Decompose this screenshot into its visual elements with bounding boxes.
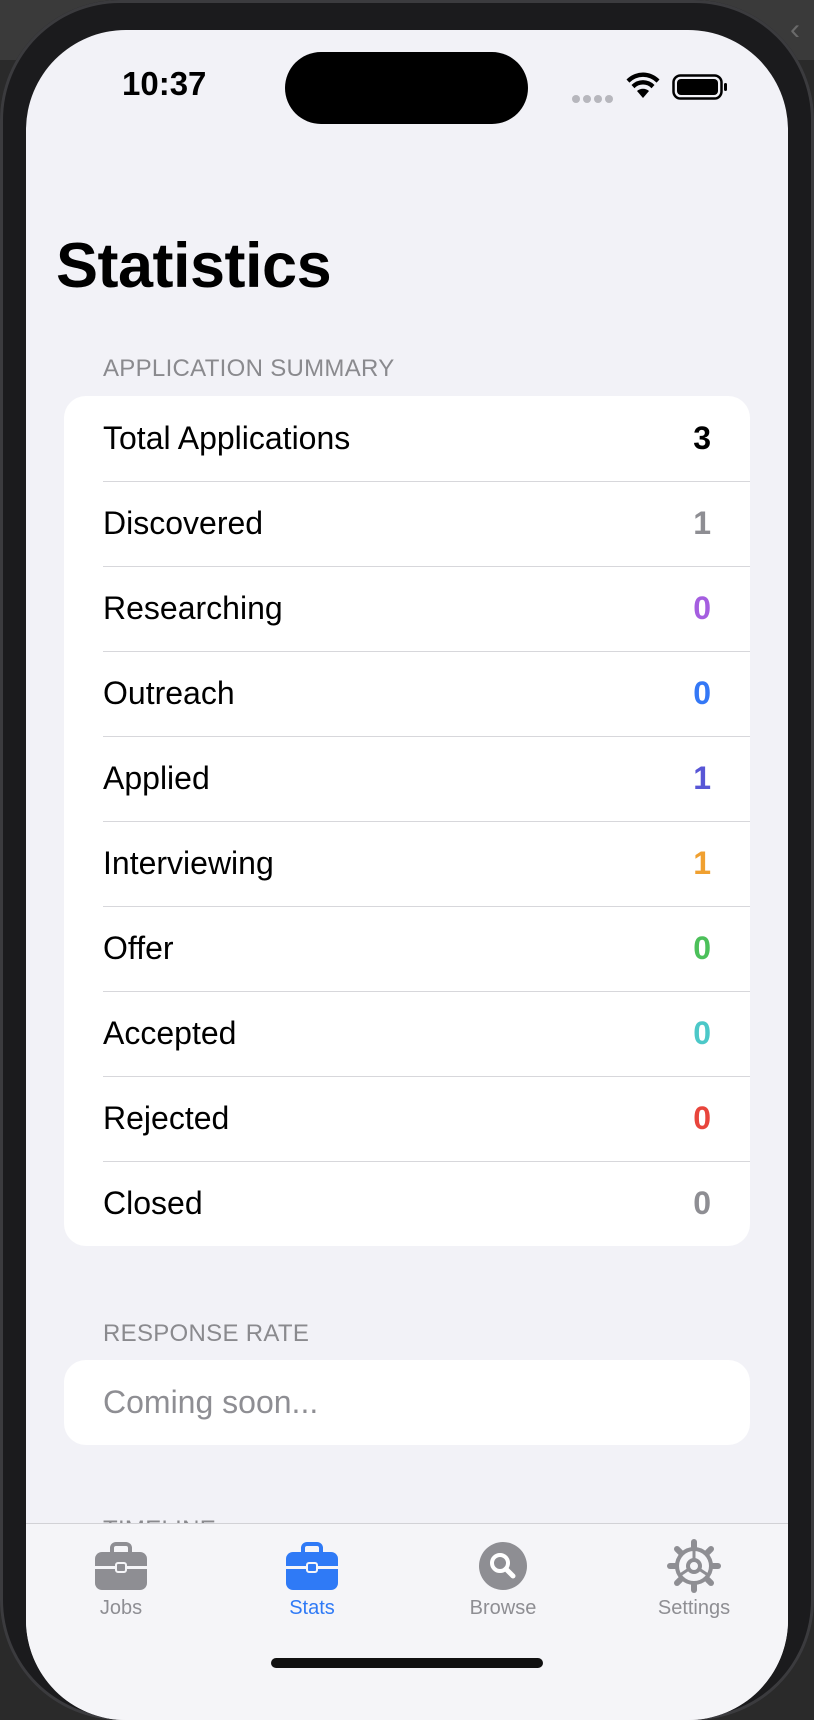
row-label: Offer bbox=[103, 930, 174, 966]
summary-row-outreach: Outreach 0 bbox=[64, 651, 750, 736]
row-value: 1 bbox=[693, 845, 711, 881]
status-bar: 10:37 bbox=[26, 30, 788, 140]
phone-frame: 10:37 Statistics APPLICATION SUMMARY Tot… bbox=[0, 0, 814, 1720]
phone-screen: 10:37 Statistics APPLICATION SUMMARY Tot… bbox=[26, 30, 788, 1720]
row-label: Interviewing bbox=[103, 845, 274, 881]
row-value: 0 bbox=[693, 1185, 711, 1221]
briefcase-icon bbox=[286, 1542, 338, 1590]
row-value: 0 bbox=[693, 1015, 711, 1051]
tab-label: Settings bbox=[657, 1597, 731, 1619]
cellular-signal-icon bbox=[572, 90, 616, 108]
tab-jobs[interactable]: Jobs bbox=[26, 1524, 216, 1634]
tab-label: Jobs bbox=[99, 1597, 143, 1619]
briefcase-icon bbox=[95, 1542, 147, 1590]
row-value: 0 bbox=[693, 675, 711, 711]
tab-settings[interactable]: Settings bbox=[599, 1524, 788, 1634]
response-rate-card: Coming soon... bbox=[64, 1360, 750, 1445]
summary-row-accepted: Accepted 0 bbox=[64, 991, 750, 1076]
home-indicator[interactable] bbox=[271, 1658, 543, 1668]
wifi-icon bbox=[626, 72, 660, 98]
row-value: 1 bbox=[693, 505, 711, 541]
summary-row-offer: Offer 0 bbox=[64, 906, 750, 991]
application-summary-card: Total Applications 3 Discovered 1 Resear… bbox=[64, 396, 750, 1246]
summary-row-rejected: Rejected 0 bbox=[64, 1076, 750, 1161]
row-label: Researching bbox=[103, 590, 283, 626]
summary-row-applied: Applied 1 bbox=[64, 736, 750, 821]
summary-row-interviewing: Interviewing 1 bbox=[64, 821, 750, 906]
row-label: Discovered bbox=[103, 505, 264, 541]
battery-icon bbox=[672, 74, 727, 100]
row-label: Rejected bbox=[103, 1100, 230, 1136]
tab-label: Stats bbox=[289, 1597, 335, 1619]
tab-stats[interactable]: Stats bbox=[217, 1524, 407, 1634]
tab-browse[interactable]: Browse bbox=[408, 1524, 598, 1634]
dynamic-island bbox=[285, 52, 528, 124]
row-value: 0 bbox=[693, 1100, 711, 1136]
row-label: Total Applications bbox=[103, 420, 351, 456]
coming-soon-text: Coming soon... bbox=[103, 1384, 319, 1420]
summary-row-discovered: Discovered 1 bbox=[64, 481, 750, 566]
row-label: Applied bbox=[103, 760, 210, 796]
row-value: 1 bbox=[693, 760, 711, 796]
row-label: Outreach bbox=[103, 675, 235, 711]
row-value: 3 bbox=[693, 420, 711, 456]
page-title: Statistics bbox=[56, 231, 332, 301]
row-value: 0 bbox=[693, 590, 711, 626]
row-label: Closed bbox=[103, 1185, 203, 1221]
magnifier-circle-icon bbox=[479, 1542, 527, 1590]
row-label: Accepted bbox=[103, 1015, 237, 1051]
section-header-application-summary: APPLICATION SUMMARY bbox=[103, 355, 395, 382]
tab-bar: Jobs Stats Browse Settings bbox=[26, 1523, 788, 1720]
gear-icon bbox=[667, 1539, 721, 1593]
summary-row-researching: Researching 0 bbox=[64, 566, 750, 651]
section-header-response-rate: RESPONSE RATE bbox=[103, 1320, 310, 1347]
status-time: 10:37 bbox=[122, 65, 207, 102]
row-value: 0 bbox=[693, 930, 711, 966]
tab-label: Browse bbox=[469, 1597, 537, 1619]
summary-row-total-applications: Total Applications 3 bbox=[64, 396, 750, 481]
summary-row-closed: Closed 0 bbox=[64, 1161, 750, 1246]
